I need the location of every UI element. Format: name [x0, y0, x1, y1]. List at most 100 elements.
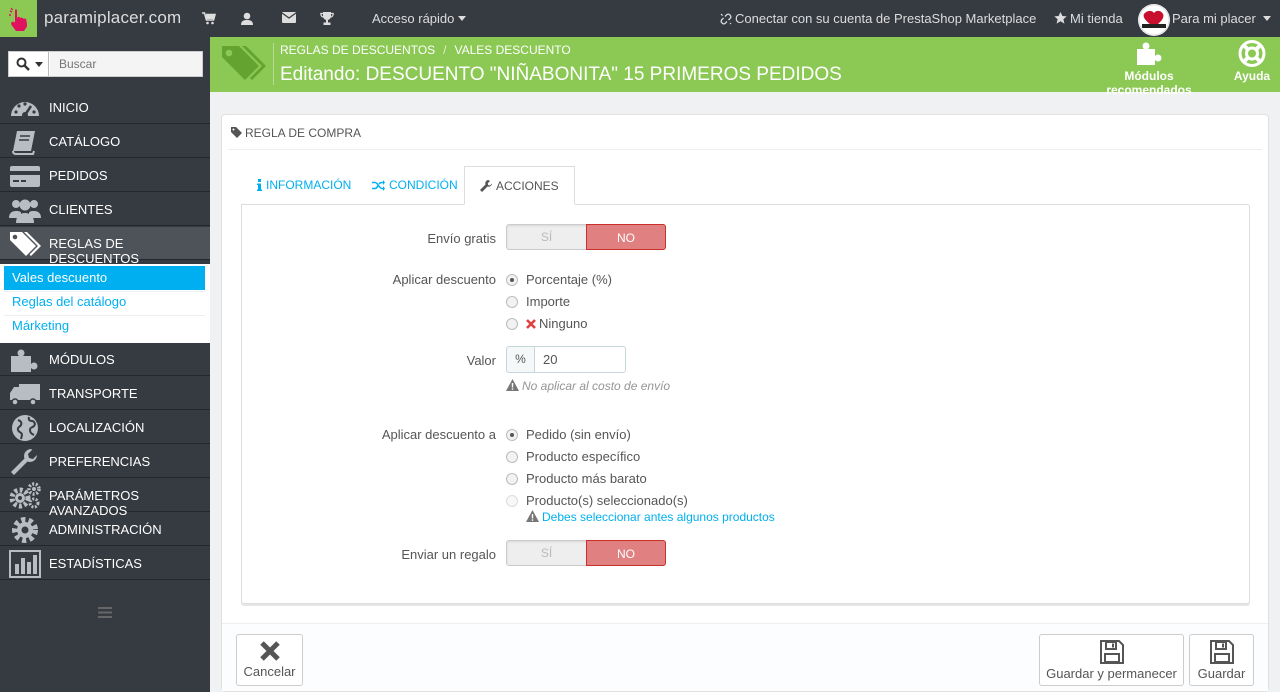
value-input[interactable]: [534, 346, 626, 373]
radio-button-checked[interactable]: [506, 274, 518, 286]
cogs-icon: [9, 482, 41, 509]
chevron-down-icon: [35, 62, 43, 67]
sidebar-item-estadisticas[interactable]: ESTADÍSTICAS: [0, 547, 210, 580]
search-box: [8, 51, 203, 77]
submenu-item-reglas-catalogo[interactable]: Reglas del catálogo: [4, 290, 205, 314]
trophy-icon[interactable]: [320, 12, 334, 25]
sidebar-item-label: CATÁLOGO: [49, 134, 121, 149]
radio-order[interactable]: Pedido (sin envío): [506, 427, 631, 442]
quick-access-menu[interactable]: Acceso rápido: [372, 11, 467, 26]
menu-collapse-icon[interactable]: [98, 607, 112, 618]
save-icon: [1099, 640, 1124, 664]
sidebar-item-catalogo[interactable]: CATÁLOGO: [0, 125, 210, 158]
cart-icon[interactable]: [202, 12, 216, 25]
sidebar-item-clientes[interactable]: CLIENTES: [0, 193, 210, 226]
submenu-item-vales-descuento[interactable]: Vales descuento: [4, 266, 205, 290]
free-shipping-switch[interactable]: SÍ NO: [506, 224, 666, 250]
panel-footer: Cancelar Guardar y permanecer Guardar: [222, 623, 1268, 691]
gift-switch[interactable]: SÍ NO: [506, 540, 666, 566]
radio-button-checked[interactable]: [506, 429, 518, 441]
radio-button-disabled[interactable]: [506, 495, 518, 507]
user-name: Para mi placer: [1172, 11, 1256, 26]
users-icon: [9, 199, 41, 223]
value-label: Valor: [466, 353, 496, 368]
radio-button[interactable]: [506, 451, 518, 463]
page-title: Editando: DESCUENTO "NIÑABONITA" 15 PRIM…: [280, 64, 842, 85]
tag-icon: [231, 127, 242, 138]
radio-button[interactable]: [506, 473, 518, 485]
tab-label: ACCIONES: [496, 179, 559, 193]
sidebar-item-localizacion[interactable]: LOCALIZACIÓN: [0, 411, 210, 444]
wrench-icon: [11, 449, 37, 475]
sidebar-item-reglas-de-descuentos[interactable]: REGLAS DE DESCUENTOS: [0, 227, 210, 266]
submenu-item-marketing[interactable]: Márketing: [4, 314, 205, 338]
search-type-button[interactable]: [9, 52, 49, 76]
user-menu[interactable]: Para mi placer: [1172, 11, 1271, 26]
value-input-group: %: [506, 346, 627, 374]
help-button[interactable]: Ayuda: [1229, 40, 1275, 83]
sidebar-item-administracion[interactable]: ADMINISTRACIÓN: [0, 513, 210, 546]
radio-none[interactable]: Ninguno: [506, 316, 587, 331]
sidebar-item-preferencias[interactable]: PREFERENCIAS: [0, 445, 210, 478]
cancel-label: Cancelar: [243, 664, 296, 679]
book-icon: [12, 131, 35, 155]
select-products-warning-text: Debes seleccionar antes algunos producto…: [542, 510, 775, 524]
breadcrumb-item[interactable]: VALES DESCUENTO: [455, 43, 571, 57]
save-button[interactable]: Guardar: [1189, 634, 1254, 686]
tab-label: INFORMACIÓN: [266, 178, 352, 192]
tab-informacion[interactable]: INFORMACIÓN: [257, 166, 351, 205]
logo-button[interactable]: [0, 0, 37, 37]
chevron-down-icon: [1262, 16, 1271, 21]
free-shipping-label: Envío gratis: [427, 231, 496, 246]
avatar[interactable]: [1138, 4, 1170, 36]
switch-no-option[interactable]: NO: [586, 540, 666, 566]
cancel-button[interactable]: Cancelar: [236, 634, 303, 686]
select-products-warning[interactable]: Debes seleccionar antes algunos producto…: [526, 510, 775, 524]
radio-button[interactable]: [506, 296, 518, 308]
recommended-modules-button[interactable]: Módulos recomendados: [1081, 40, 1217, 97]
divider: [273, 43, 274, 85]
breadcrumb: REGLAS DE DESCUENTOS / VALES DESCUENTO: [280, 43, 571, 57]
search-input[interactable]: [50, 52, 202, 76]
sidebar-item-pedidos[interactable]: PEDIDOS: [0, 159, 210, 192]
shop-name[interactable]: paramiplacer.com: [44, 8, 181, 28]
star-icon: [1054, 12, 1067, 24]
value-help: No aplicar al costo de envío: [506, 379, 670, 393]
save-and-stay-button[interactable]: Guardar y permanecer: [1039, 634, 1184, 686]
switch-yes-option[interactable]: SÍ: [507, 225, 586, 249]
user-icon[interactable]: [241, 12, 253, 25]
radio-button[interactable]: [506, 318, 518, 330]
my-store-link[interactable]: Mi tienda: [1054, 11, 1123, 26]
switch-yes-option[interactable]: SÍ: [507, 541, 586, 565]
breadcrumb-item[interactable]: REGLAS DE DESCUENTOS: [280, 43, 435, 57]
radio-cheapest-product[interactable]: Producto más barato: [506, 471, 647, 486]
link-icon: [720, 13, 732, 25]
percent-addon: %: [506, 346, 534, 373]
wrench-icon: [480, 180, 492, 192]
radio-label: Importe: [526, 294, 571, 309]
radio-amount[interactable]: Importe: [506, 294, 570, 309]
radio-specific-product[interactable]: Producto específico: [506, 449, 640, 464]
sidebar-item-modulos[interactable]: MÓDULOS: [0, 343, 210, 376]
tag-icon: [10, 232, 41, 256]
puzzle-icon: [1137, 42, 1162, 65]
radio-percentage[interactable]: Porcentaje (%): [506, 272, 612, 287]
connect-marketplace-link[interactable]: Conectar con su cuenta de PrestaShop Mar…: [720, 11, 1036, 26]
envelope-icon[interactable]: [282, 12, 296, 23]
divider: [228, 149, 1262, 150]
bar-chart-icon: [9, 550, 41, 578]
save-and-stay-label: Guardar y permanecer: [1046, 666, 1177, 681]
sidebar-item-inicio[interactable]: INICIO: [0, 91, 210, 124]
sidebar-item-label: ADMINISTRACIÓN: [49, 522, 162, 537]
switch-no-option[interactable]: NO: [586, 224, 666, 250]
warning-icon: [526, 510, 539, 522]
sidebar-item-transporte[interactable]: TRANSPORTE: [0, 377, 210, 410]
value-help-text: No aplicar al costo de envío: [522, 379, 671, 393]
help-label: Ayuda: [1233, 69, 1271, 83]
tab-condicion[interactable]: CONDICIÓN: [372, 166, 458, 205]
truck-icon: [10, 384, 40, 406]
sidebar-item-parametros-avanzados[interactable]: PARÁMETROS AVANZADOS: [0, 479, 210, 518]
dashboard-icon: [11, 102, 39, 118]
radio-selected-products[interactable]: Producto(s) seleccionado(s): [506, 493, 688, 508]
tab-acciones[interactable]: ACCIONES: [464, 166, 575, 205]
